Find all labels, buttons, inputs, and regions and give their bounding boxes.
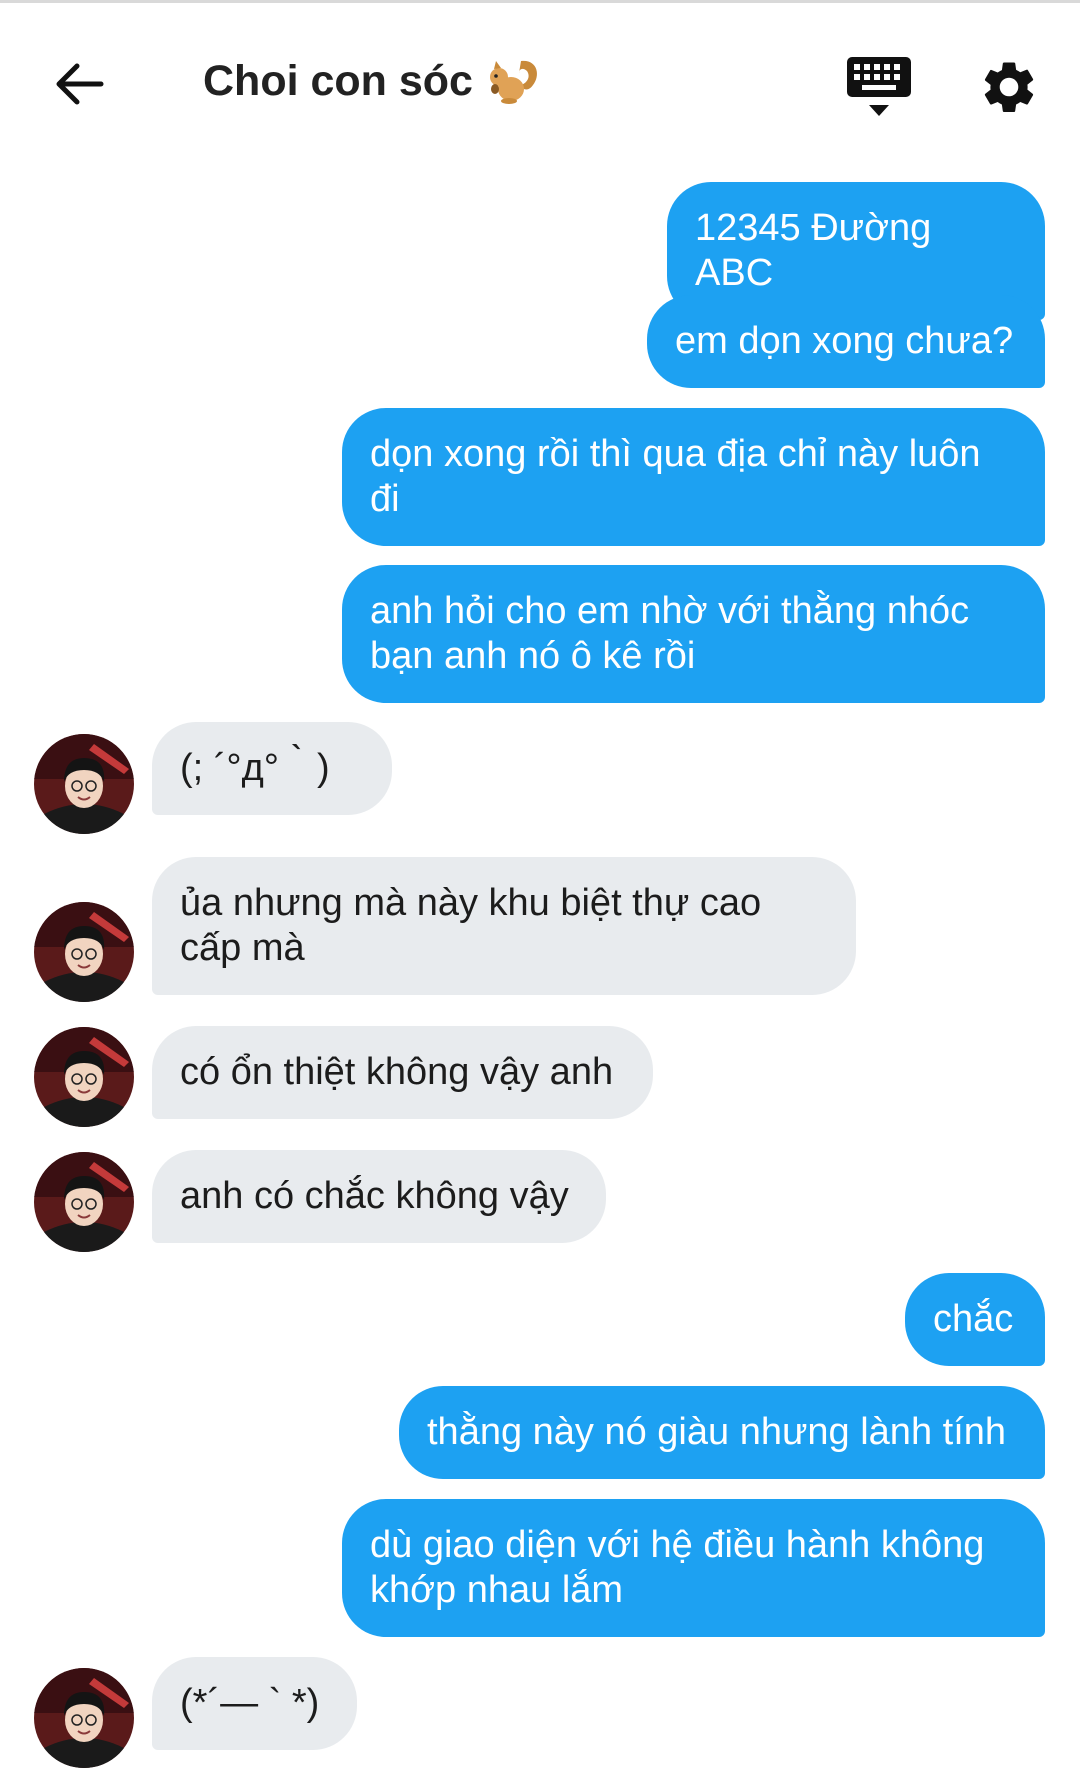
chat-header: Choi con sóc [0,3,1080,153]
chat-title: Choi con sóc [203,55,541,107]
keyboard-icon [847,57,911,116]
arrow-left-icon [56,63,104,105]
avatar[interactable] [34,1027,134,1127]
avatar-image [34,734,134,834]
outgoing-message[interactable]: em dọn xong chưa? [647,295,1045,388]
incoming-message[interactable]: (; ´°д°｀) [152,722,392,815]
keyboard-button[interactable] [843,53,915,121]
outgoing-message[interactable]: dù giao diện với hệ điều hành không khớp… [342,1499,1045,1637]
avatar-image [34,1027,134,1127]
incoming-message[interactable]: (*´— ` *) [152,1657,357,1750]
avatar-image [34,902,134,1002]
outgoing-message[interactable]: dọn xong rồi thì qua địa chỉ này luôn đi [342,408,1045,546]
chat-title-text: Choi con sóc [203,56,473,105]
avatar[interactable] [34,1668,134,1768]
incoming-message[interactable]: có ổn thiệt không vậy anh [152,1026,653,1119]
avatar[interactable] [34,1152,134,1252]
avatar-image [34,1668,134,1768]
avatar-image [34,1152,134,1252]
gear-icon [984,62,1034,113]
squirrel-icon [489,60,537,104]
outgoing-message[interactable]: chắc [905,1273,1045,1366]
incoming-message[interactable]: anh có chắc không vậy [152,1150,606,1243]
outgoing-message[interactable]: thằng này nó giàu nhưng lành tính [399,1386,1045,1479]
avatar[interactable] [34,734,134,834]
outgoing-message[interactable]: anh hỏi cho em nhờ với thằng nhóc bạn an… [342,565,1045,703]
incoming-message[interactable]: ủa nhưng mà này khu biệt thự cao cấp mà [152,857,856,995]
avatar[interactable] [34,902,134,1002]
back-button[interactable] [44,49,114,119]
settings-button[interactable] [978,56,1040,118]
